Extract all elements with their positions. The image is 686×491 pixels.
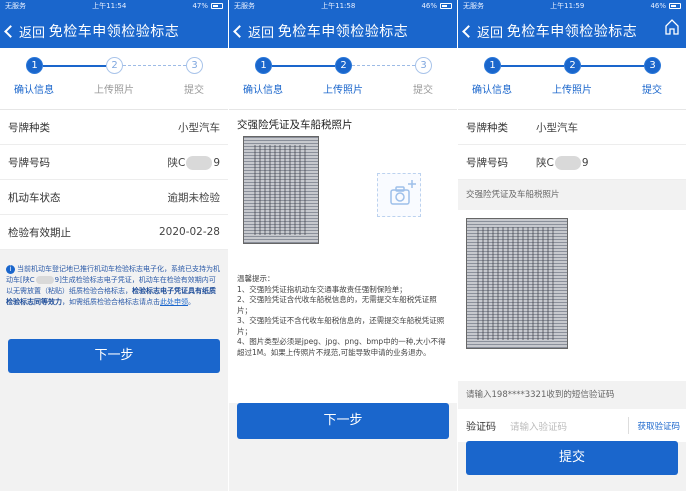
status-bar: 无服务 上午11:59 46%	[458, 0, 686, 12]
step-2-dot: 2	[564, 57, 581, 74]
screen-submit: 无服务 上午11:59 46% 返回 免检车申领检验标志 1 2 3 确认信息 …	[458, 0, 686, 491]
step-3-dot: 3	[415, 57, 432, 74]
status-bar: 无服务 上午11:54 47%	[0, 0, 228, 12]
verification-code-row: 验证码 请输入验证码 获取验证码	[458, 409, 686, 442]
home-icon	[665, 19, 679, 35]
clock-text: 上午11:54	[92, 2, 127, 10]
step-3-label: 提交	[184, 85, 204, 96]
battery-text: 47%	[192, 2, 208, 10]
step-1-dot: 1	[26, 57, 43, 74]
redaction-mask	[186, 155, 213, 170]
insurance-photo-thumbnail[interactable]	[243, 136, 319, 244]
info-row-plate-type: 号牌种类 小型汽车	[0, 110, 228, 145]
step-1-label: 确认信息	[472, 85, 512, 96]
info-row-plate-number: 号牌号码 陕C 9	[458, 145, 686, 180]
home-button[interactable]	[664, 18, 680, 40]
sms-hint: 请输入198****3321收到的短信验证码	[466, 390, 615, 400]
next-button[interactable]: 下一步	[237, 403, 449, 439]
e-certificate-notice: i 当前机动车登记地已推行机动车检验标志电子化，系统已支持为机动车[陕C 9]生成检…	[6, 265, 220, 306]
page-title: 免检车申领检验标志	[48, 24, 180, 40]
carrier-text: 无服务	[234, 2, 255, 10]
header: 无服务 上午11:59 46% 返回 免检车申领检验标志	[458, 0, 686, 48]
step-1-dot: 1	[484, 57, 501, 74]
clock-text: 上午11:59	[550, 2, 585, 10]
screen-upload-photo: 无服务 上午11:58 46% 返回 免检车申领检验标志 1 2 3 确认信息 …	[229, 0, 457, 491]
status-bar: 无服务 上午11:58 46%	[229, 0, 457, 12]
insurance-photo-thumbnail[interactable]	[466, 218, 568, 349]
next-button[interactable]: 下一步	[8, 339, 220, 373]
header: 无服务 上午11:54 47% 返回 免检车申领检验标志	[0, 0, 228, 48]
tips-text: 温馨提示： 1、交强险凭证指机动车交通事故责任强制保险单； 2、交强险凭证含代收…	[237, 274, 446, 357]
battery-text: 46%	[650, 2, 666, 10]
screen-confirm-info: 无服务 上午11:54 47% 返回 免检车申领检验标志 1 2 3 确认信息 …	[0, 0, 228, 491]
get-code-button[interactable]: 获取验证码	[628, 417, 680, 434]
redaction-mask	[554, 155, 581, 170]
page-title: 免检车申领检验标志	[506, 24, 638, 40]
submit-button[interactable]: 提交	[466, 441, 678, 475]
step-3-label: 提交	[642, 85, 662, 96]
step-2-dot: 2	[106, 57, 123, 74]
info-row-vehicle-status: 机动车状态 逾期未检验	[0, 180, 228, 215]
step-1-label: 确认信息	[14, 85, 54, 96]
carrier-text: 无服务	[463, 2, 484, 10]
clock-text: 上午11:58	[321, 2, 356, 10]
info-icon: i	[6, 265, 15, 274]
step-2-label: 上传照片	[94, 85, 134, 96]
battery-icon	[669, 3, 681, 9]
step-indicator: 1 2 3 确认信息 上传照片 提交	[0, 48, 228, 110]
step-connector	[43, 65, 106, 67]
step-indicator: 1 2 3 确认信息 上传照片 提交	[458, 48, 686, 110]
apply-paper-link[interactable]: 此处申领	[160, 298, 188, 306]
step-3-dot: 3	[644, 57, 661, 74]
info-row-plate-number: 号牌号码 陕C 9	[0, 145, 228, 180]
section-title: 交强险凭证及车船税照片	[237, 119, 353, 131]
carrier-text: 无服务	[5, 2, 26, 10]
uploaded-photo-area	[458, 210, 686, 381]
upload-card: 交强险凭证及车船税照片 温馨提示： 1、交强险凭证指机动车交通事故责任强制保险单…	[229, 110, 457, 403]
step-indicator: 1 2 3 确认信息 上传照片 提交	[229, 48, 457, 110]
battery-text: 46%	[421, 2, 437, 10]
page-title: 免检车申领检验标志	[277, 24, 409, 40]
battery-icon	[211, 3, 223, 9]
code-input[interactable]: 请输入验证码	[510, 419, 567, 433]
step-1-label: 确认信息	[243, 85, 283, 96]
add-photo-button[interactable]	[377, 173, 421, 217]
step-2-dot: 2	[335, 57, 352, 74]
info-row-valid-until: 检验有效期止 2020-02-28	[0, 215, 228, 250]
camera-icon	[390, 180, 416, 205]
code-label: 验证码	[466, 422, 496, 433]
step-3-label: 提交	[413, 85, 433, 96]
photo-section-title: 交强险凭证及车船税照片	[466, 190, 560, 200]
step-2-label: 上传照片	[323, 85, 363, 96]
step-3-dot: 3	[186, 57, 203, 74]
vehicle-info-list: 号牌种类 小型汽车 号牌号码 陕C 9 机动车状态 逾期未检验 检验有效期止 20…	[0, 110, 228, 250]
battery-icon	[440, 3, 452, 9]
step-1-dot: 1	[255, 57, 272, 74]
info-row-plate-type: 号牌种类 小型汽车	[458, 110, 686, 145]
header: 无服务 上午11:58 46% 返回 免检车申领检验标志	[229, 0, 457, 48]
vehicle-info-list: 号牌种类 小型汽车 号牌号码 陕C 9	[458, 110, 686, 180]
step-2-label: 上传照片	[552, 85, 592, 96]
step-connector	[123, 65, 186, 66]
